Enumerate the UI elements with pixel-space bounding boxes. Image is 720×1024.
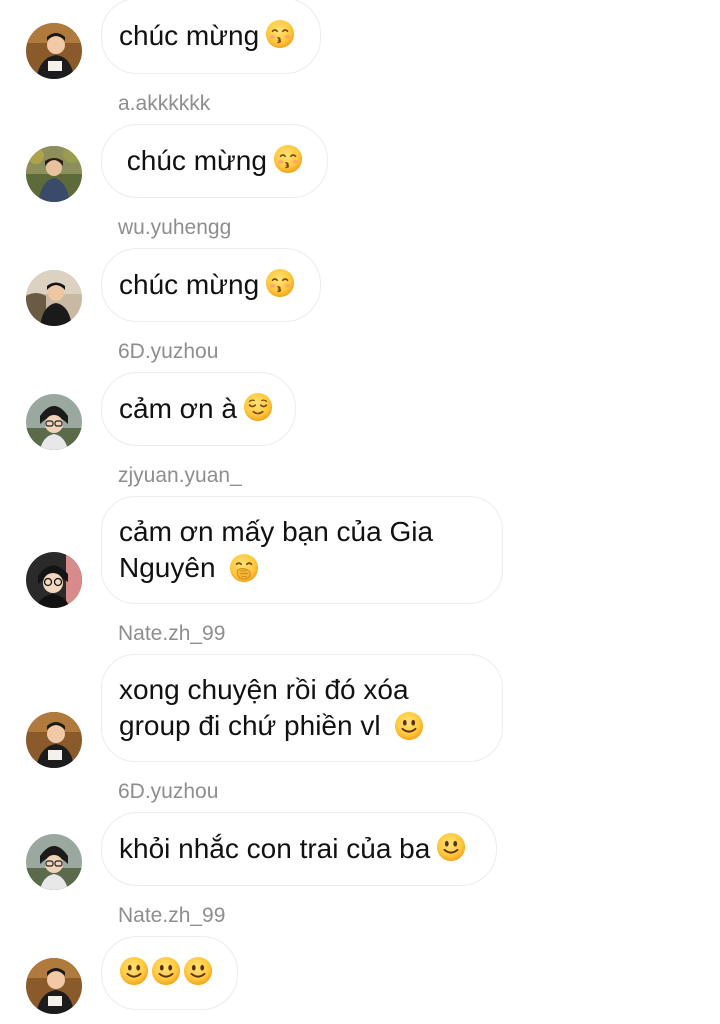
message-bubble[interactable]: chúc mừng	[101, 124, 328, 198]
message-text-line-with-emoji: group đi chứ phiền vl	[119, 708, 485, 744]
message-text: group đi chứ phiền vl	[119, 710, 381, 741]
sender-name[interactable]: wu.yuhengg	[118, 216, 231, 240]
slightly-smiling-face-icon	[183, 956, 213, 986]
message-text: chúc mừng	[119, 269, 260, 300]
message-text: chúc mừng	[119, 20, 260, 51]
message-text-line-with-emoji: Nguyên	[119, 550, 485, 586]
avatar[interactable]	[26, 23, 82, 79]
message-bubble[interactable]: xong chuyện rồi đó xóa group đi chứ phiề…	[101, 654, 503, 762]
sender-name[interactable]: Nate.zh_99	[118, 622, 225, 646]
relieved-face-icon	[243, 392, 273, 422]
avatar-image	[26, 23, 82, 79]
message-text: chúc mừng	[119, 145, 267, 176]
message-bubble[interactable]: khỏi nhắc con trai của ba	[101, 812, 497, 886]
kissing-smiling-eyes-icon	[265, 19, 295, 49]
message-bubble[interactable]: cảm ơn mấy bạn của Gia Nguyên	[101, 496, 503, 604]
message-bubble[interactable]	[101, 936, 238, 1010]
avatar[interactable]	[26, 712, 82, 768]
avatar-image	[26, 958, 82, 1014]
message-bubble[interactable]: chúc mừng	[101, 248, 321, 322]
sender-name[interactable]: 6D.yuzhou	[118, 780, 218, 804]
avatar[interactable]	[26, 270, 82, 326]
message-text: khỏi nhắc con trai của ba	[119, 833, 431, 864]
sender-name[interactable]: Nate.zh_99	[118, 904, 225, 928]
slightly-smiling-face-icon	[151, 956, 181, 986]
sender-name[interactable]: a.akkkkkk	[118, 92, 210, 116]
slightly-smiling-face-icon	[436, 832, 466, 862]
message-bubble[interactable]: chúc mừng	[101, 0, 321, 74]
sender-name[interactable]: zjyuan.yuan_	[118, 464, 242, 488]
avatar[interactable]	[26, 958, 82, 1014]
avatar[interactable]	[26, 394, 82, 450]
message-text: Nguyên	[119, 552, 216, 583]
kissing-smiling-eyes-icon	[265, 268, 295, 298]
sender-name[interactable]: 6D.yuzhou	[118, 340, 218, 364]
face-hand-over-mouth-icon	[229, 553, 259, 583]
message-bubble[interactable]: cảm ơn à	[101, 372, 296, 446]
avatar[interactable]	[26, 834, 82, 890]
avatar-image	[26, 146, 82, 202]
message-text-line: cảm ơn mấy bạn của Gia	[119, 516, 434, 547]
slightly-smiling-face-icon	[119, 956, 149, 986]
avatar-image	[26, 712, 82, 768]
avatar[interactable]	[26, 146, 82, 202]
avatar-image	[26, 834, 82, 890]
slightly-smiling-face-icon	[394, 711, 424, 741]
avatar-image	[26, 552, 82, 608]
avatar[interactable]	[26, 552, 82, 608]
avatar-image	[26, 270, 82, 326]
kissing-smiling-eyes-icon	[273, 144, 303, 174]
message-text-line: xong chuyện rồi đó xóa	[119, 674, 409, 705]
message-text: cảm ơn à	[119, 393, 237, 424]
avatar-image	[26, 394, 82, 450]
